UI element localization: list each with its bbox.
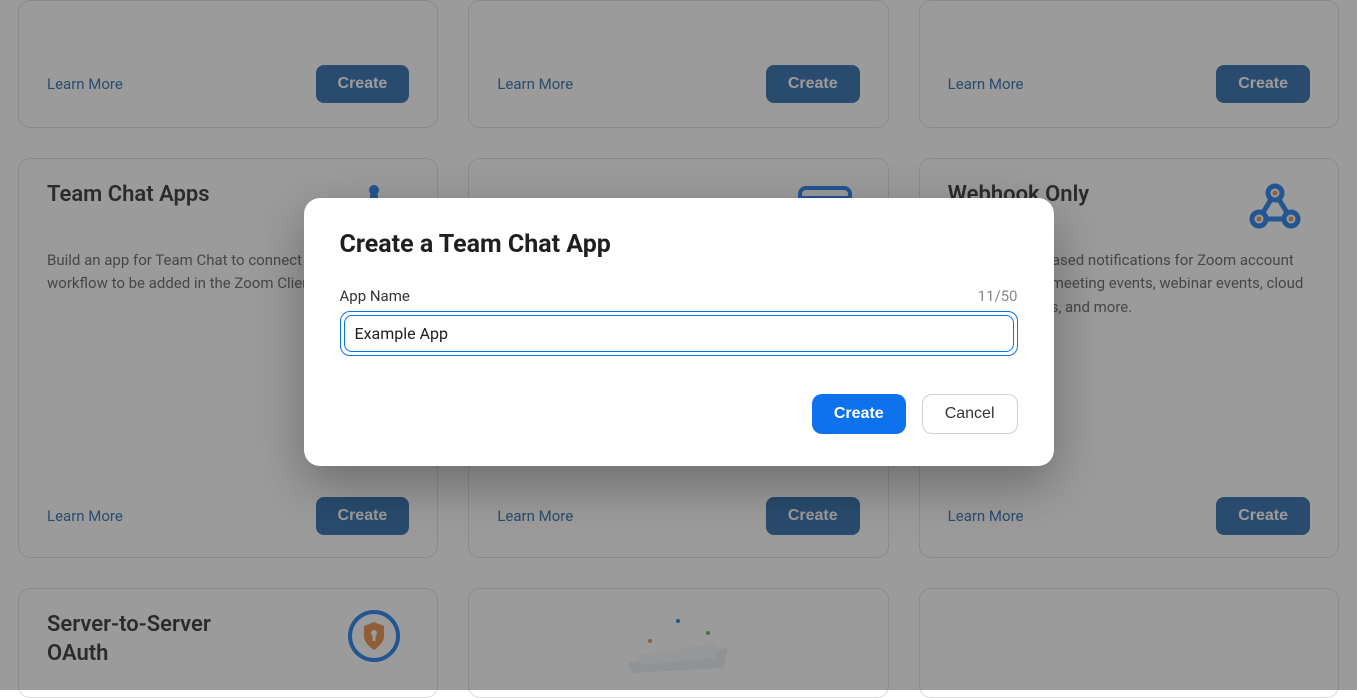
app-name-label: App Name bbox=[340, 287, 410, 305]
create-team-chat-app-modal: Create a Team Chat App App Name 11/50 Cr… bbox=[304, 198, 1054, 466]
app-name-input-wrapper bbox=[340, 311, 1018, 356]
modal-overlay[interactable]: Create a Team Chat App App Name 11/50 Cr… bbox=[0, 0, 1357, 690]
char-count: 11/50 bbox=[978, 287, 1018, 305]
modal-create-button[interactable]: Create bbox=[812, 394, 906, 434]
modal-cancel-button[interactable]: Cancel bbox=[922, 394, 1018, 434]
modal-title: Create a Team Chat App bbox=[340, 230, 1018, 259]
app-name-input[interactable] bbox=[344, 315, 1014, 352]
